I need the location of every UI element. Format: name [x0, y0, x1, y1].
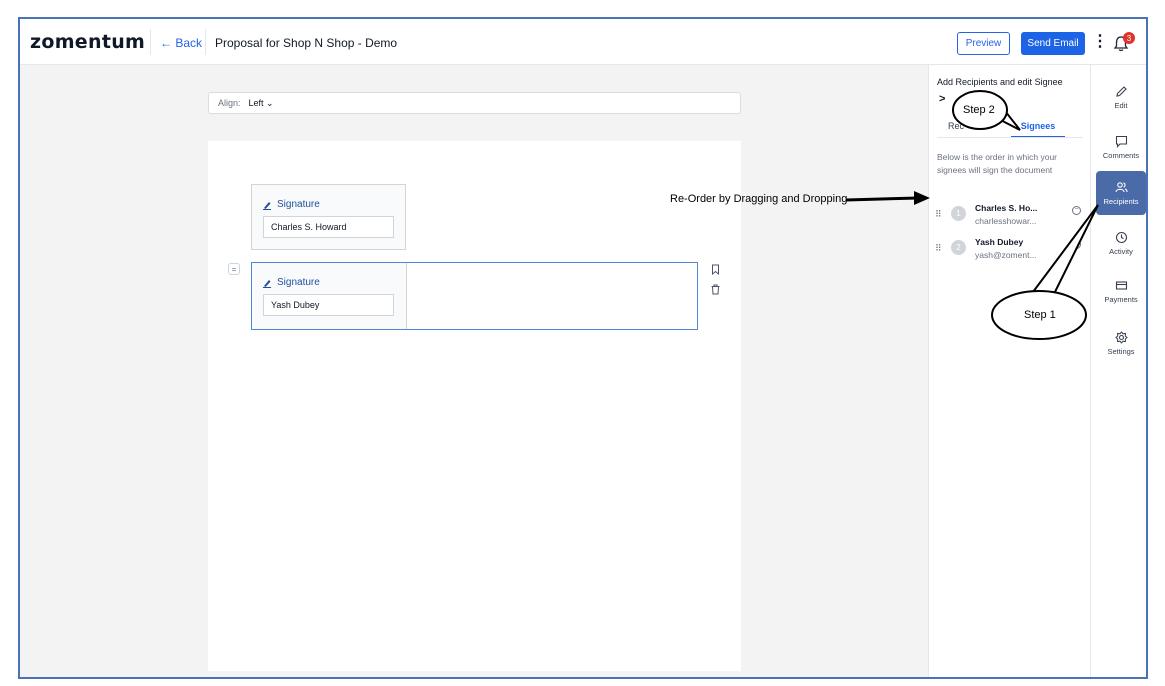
signature-block-selected[interactable]: Signature Yash Dubey — [251, 262, 698, 330]
signee-name: Yash Dubey — [975, 237, 1024, 247]
step1-callout-text: Step 1 — [1024, 309, 1056, 321]
delete-icon[interactable] — [710, 284, 721, 295]
preview-button[interactable]: Preview — [957, 32, 1010, 55]
rail-label: Activity — [1109, 246, 1133, 256]
comment-icon — [1115, 135, 1127, 148]
rail-item-activity[interactable]: Activity — [1096, 221, 1146, 265]
pencil-icon — [1115, 85, 1127, 97]
more-options-icon[interactable]: ⋮ — [1092, 34, 1108, 50]
panel-title: Add Recipients and edit Signee — [937, 77, 1063, 87]
bookmark-icon[interactable] — [710, 264, 721, 275]
send-email-button[interactable]: Send Email — [1021, 32, 1085, 55]
drag-grip-icon[interactable]: ⠿ — [935, 243, 942, 254]
rail-item-settings[interactable]: Settings — [1096, 321, 1146, 365]
tab-signees[interactable]: Signees — [1011, 121, 1065, 138]
rail-label: Settings — [1107, 346, 1135, 356]
tab-recipients[interactable]: Rec — [948, 121, 964, 131]
zomentum-logo: zomentum — [30, 31, 146, 53]
users-icon — [1114, 181, 1128, 192]
rail-label: Payments — [1104, 294, 1138, 304]
card-icon — [1115, 280, 1127, 290]
rail-item-comments[interactable]: Comments — [1096, 125, 1146, 169]
app-window: zomentum ← Back Proposal for Shop N Shop… — [18, 17, 1148, 679]
drag-grip-icon[interactable]: ⠿ — [935, 209, 942, 220]
align-dropdown[interactable]: Left ⌄ — [249, 98, 274, 109]
signature-pen-icon — [263, 201, 271, 210]
signee-email: yash@zoment... — [975, 250, 1037, 260]
notification-count-badge: 3 — [1123, 32, 1135, 44]
rail-item-recipients[interactable]: Recipients — [1096, 171, 1146, 215]
signee-order-number: 2 — [951, 240, 966, 255]
rail-label: Comments — [1102, 150, 1140, 160]
signature-label: Signature — [262, 277, 320, 288]
drag-handle-icon[interactable]: = — [228, 263, 240, 275]
signature-label-text: Signature — [277, 199, 320, 210]
rail-label: Recipients — [1103, 196, 1139, 206]
signee-email: charlesshowar... — [975, 216, 1037, 226]
reorder-callout-text: Re-Order by Dragging and Dropping — [670, 193, 848, 205]
align-toolbar: Align: Left ⌄ — [208, 92, 741, 114]
signee-order-description: Below is the order in which your signees… — [937, 152, 1058, 175]
align-label: Align: — [218, 98, 241, 108]
signature-block[interactable]: Signature Charles S. Howard — [251, 184, 406, 250]
signee-item[interactable]: ⠿ 1 Charles S. Ho... charlesshowar... − — [935, 203, 1085, 233]
signer-name-field[interactable]: Charles S. Howard — [263, 216, 394, 238]
header-divider — [150, 29, 151, 55]
signature-pen-icon — [263, 279, 271, 288]
signee-item[interactable]: ⠿ 2 Yash Dubey yash@zoment... − — [935, 237, 1085, 267]
back-button[interactable]: ← Back — [160, 36, 202, 50]
right-nav-rail: Edit Comments Recipients Activity Paymen… — [1090, 65, 1146, 677]
signature-field-area: Signature Yash Dubey — [252, 263, 407, 329]
rail-label: Edit — [1114, 100, 1128, 110]
step2-callout-text: Step 2 — [963, 104, 995, 116]
rail-item-payments[interactable]: Payments — [1096, 269, 1146, 313]
signee-order-number: 1 — [951, 206, 966, 221]
header-divider — [205, 29, 206, 55]
remove-signee-icon[interactable]: − — [1072, 240, 1081, 249]
remove-signee-icon[interactable]: − — [1072, 206, 1081, 215]
tabs-divider — [937, 137, 1083, 138]
signer-name-field[interactable]: Yash Dubey — [263, 294, 394, 316]
signature-label-text: Signature — [277, 277, 320, 288]
document-page: Signature Charles S. Howard = Signature … — [208, 141, 741, 671]
signee-name: Charles S. Ho... — [975, 203, 1038, 213]
signature-label: Signature — [262, 199, 320, 210]
collapse-panel-icon[interactable]: > — [939, 93, 945, 105]
gear-icon — [1114, 330, 1128, 344]
clock-icon — [1115, 231, 1127, 243]
recipients-panel: Add Recipients and edit Signee > Rec Sig… — [928, 65, 1090, 677]
rail-item-edit[interactable]: Edit — [1096, 75, 1146, 119]
top-header: zomentum ← Back Proposal for Shop N Shop… — [20, 19, 1146, 65]
document-title: Proposal for Shop N Shop - Demo — [215, 36, 398, 50]
